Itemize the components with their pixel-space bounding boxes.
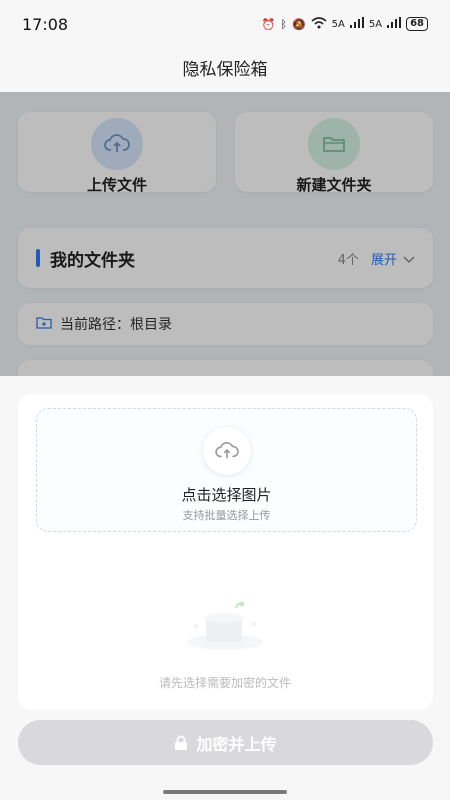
signal-2-icon xyxy=(387,17,402,31)
signal-1-label: 5A xyxy=(331,18,345,30)
encrypt-upload-button[interactable]: 加密并上传 xyxy=(18,720,433,765)
empty-state-illustration xyxy=(180,596,270,654)
status-time: 17:08 xyxy=(22,14,69,34)
picker-title: 点击选择图片 xyxy=(181,486,272,504)
status-icons: ⏰ ᛒ 🔕 5A 5A 68 xyxy=(261,16,428,32)
page-title: 隐私保险箱 xyxy=(0,48,450,92)
cloud-upload-icon xyxy=(202,427,251,475)
signal-2-label: 5A xyxy=(368,18,383,30)
empty-state-text: 请先选择需要加密的文件 xyxy=(158,676,291,690)
picker-subtitle: 支持批量选择上传 xyxy=(182,509,271,522)
alarm-icon: ⏰ xyxy=(261,17,276,31)
bluetooth-icon: ᛒ xyxy=(280,17,287,31)
signal-1-icon xyxy=(349,17,364,31)
mute-icon: 🔕 xyxy=(291,17,306,31)
lock-icon xyxy=(174,735,188,751)
wifi-icon xyxy=(311,16,327,32)
home-indicator[interactable] xyxy=(163,790,287,794)
status-bar: 17:08 ⏰ ᛒ 🔕 5A 5A 68 xyxy=(0,0,450,48)
modal-backdrop[interactable] xyxy=(0,92,450,376)
battery-indicator: 68 xyxy=(406,17,428,31)
image-picker[interactable]: 点击选择图片 支持批量选择上传 xyxy=(36,408,417,532)
encrypt-upload-label: 加密并上传 xyxy=(196,734,277,754)
